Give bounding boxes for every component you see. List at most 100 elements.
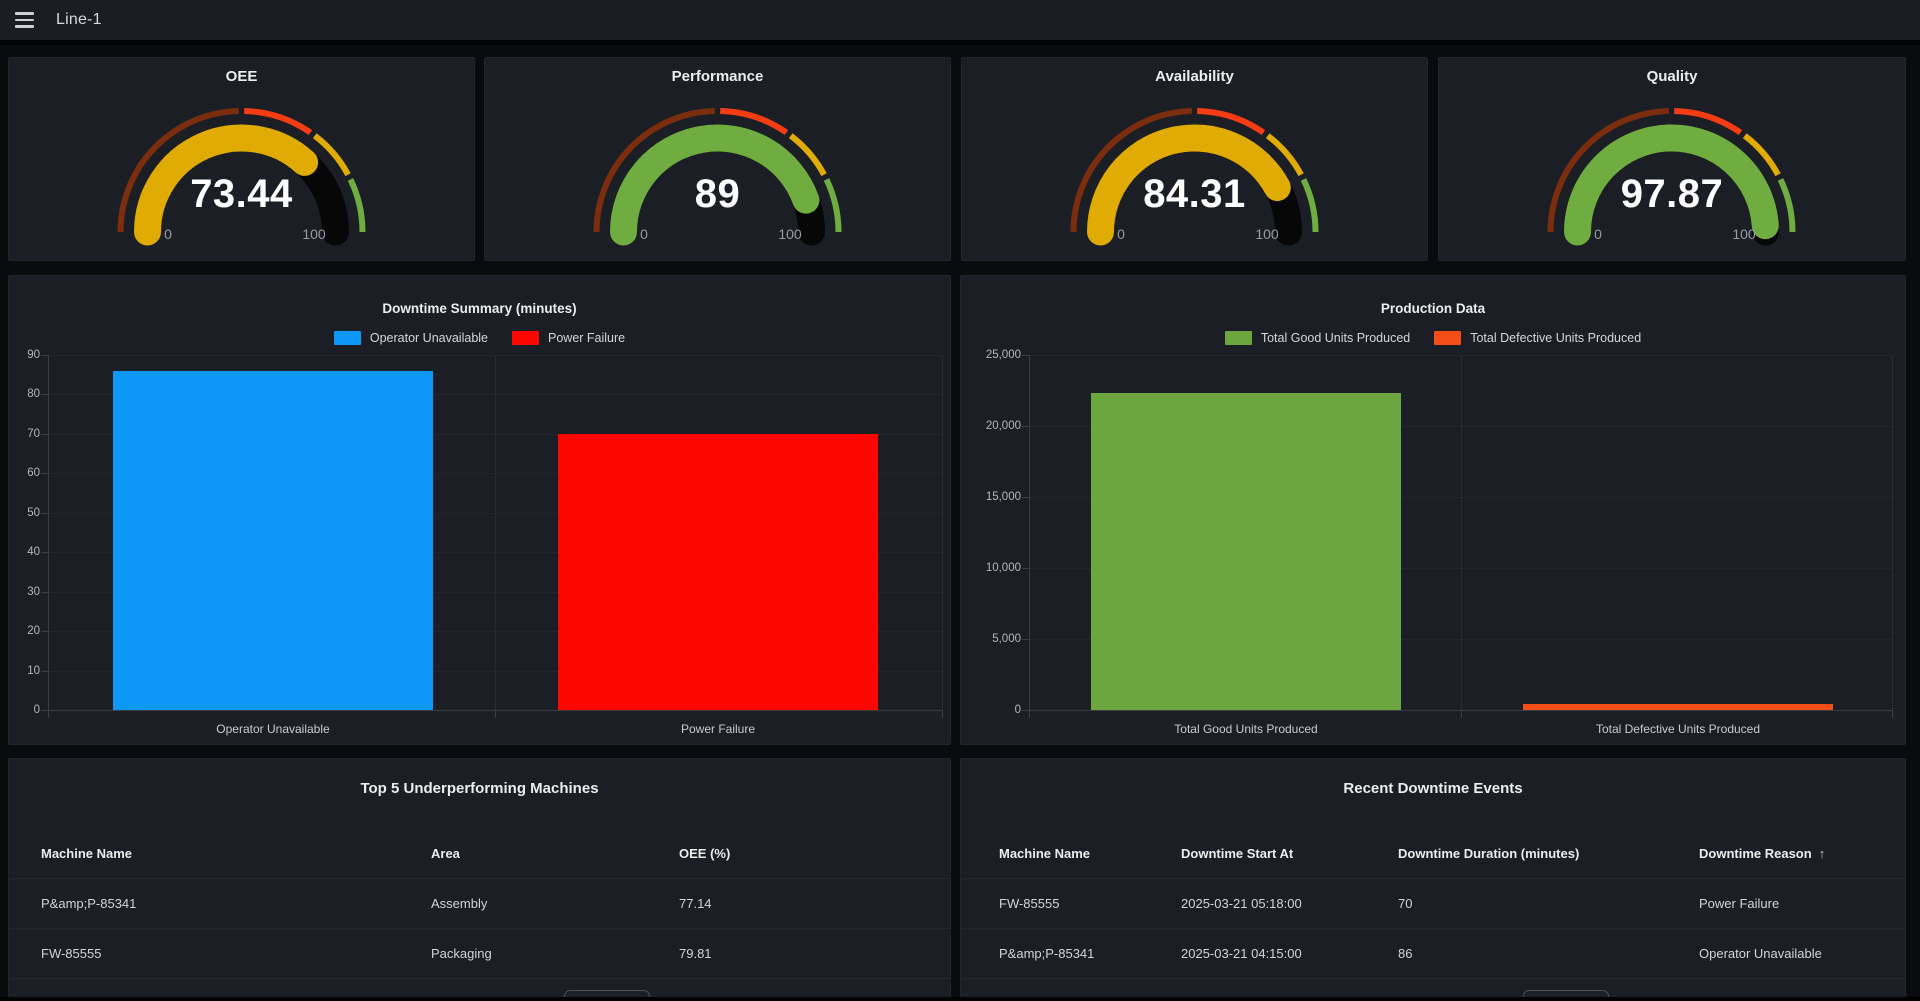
panel-underperforming-machines-table: Top 5 Underperforming Machines Machine N… [8,758,951,1001]
gauge-arc [962,58,1427,260]
y-tick-label: 20 [8,625,40,637]
y-tick-label: 25,000 [977,349,1021,361]
table-row: FW-85555Packaging79.81 [9,929,950,979]
gauge-arc [1439,58,1904,260]
y-axis-tick [41,552,48,553]
y-axis-line [48,355,49,710]
y-tick-label: 30 [8,586,40,598]
legend-label: Operator Unavailable [370,331,488,345]
y-axis-line [1029,355,1030,710]
gridline-vertical [495,355,496,710]
x-axis-tick [1029,710,1030,718]
x-axis-tick [1892,710,1893,718]
column-header[interactable]: Area [431,846,679,861]
window-bottom-edge [0,997,1920,1001]
y-tick-label: 5,000 [977,633,1021,645]
gauge-max-label: 100 [760,226,820,242]
y-axis-tick [1022,568,1029,569]
legend-swatch [1434,331,1461,345]
gauge-max-label: 100 [1237,226,1297,242]
gauge-value: 89 [485,169,950,219]
panel-production-data-chart: Production Data Total Good Units Produce… [960,275,1906,745]
legend-item[interactable]: Total Good Units Produced [1225,331,1410,345]
bar-operator-unavailable[interactable] [113,371,433,710]
gauge-min-label: 0 [1568,226,1628,242]
table-cell: FW-85555 [999,896,1181,911]
y-axis-tick [1022,426,1029,427]
y-tick-label: 10 [8,665,40,677]
table-title: Recent Downtime Events [961,780,1905,797]
column-header[interactable]: Downtime Start At [1181,846,1398,861]
y-tick-label: 40 [8,546,40,558]
y-tick-label: 15,000 [977,491,1021,503]
y-axis-tick [41,513,48,514]
gauge-arc [9,58,474,260]
column-header[interactable]: Downtime Duration (minutes) [1398,846,1699,861]
legend-swatch [1225,331,1252,345]
y-axis-tick [1022,497,1029,498]
bar-power-failure[interactable] [558,434,878,710]
gauge-max-label: 100 [284,226,344,242]
table-cell: P&amp;P-85341 [999,946,1181,961]
y-tick-label: 20,000 [977,420,1021,432]
chart-title: Production Data [961,301,1905,316]
y-tick-label: 60 [8,467,40,479]
y-tick-label: 70 [8,428,40,440]
y-axis-tick [1022,639,1029,640]
gauge-value: 97.87 [1439,169,1905,219]
data-table: Machine NameAreaOEE (%) P&amp;P-85341Asse… [9,829,950,979]
bar-total-defective-units-produced[interactable] [1523,704,1833,710]
table-cell: Assembly [431,896,679,911]
dashboard-title: Line-1 [56,11,102,29]
gauge-min-label: 0 [614,226,674,242]
menu-icon[interactable] [4,0,44,40]
column-header[interactable]: Downtime Reason↑ [1699,846,1867,861]
table-row: FW-855552025-03-21 05:18:0070Power Failu… [961,879,1905,929]
y-tick-label: 0 [977,704,1021,716]
sort-ascending-icon: ↑ [1812,846,1826,861]
gauge-arc [485,58,950,260]
table-cell: 2025-03-21 04:15:00 [1181,946,1398,961]
legend-item[interactable]: Total Defective Units Produced [1434,331,1641,345]
x-axis-tick [495,710,496,718]
column-header[interactable]: Machine Name [41,846,431,861]
table-title: Top 5 Underperforming Machines [9,780,950,797]
gauge-min-label: 0 [1091,226,1151,242]
table-header-row: Machine NameDowntime Start AtDowntime Du… [961,829,1905,879]
chart-legend: Total Good Units Produced Total Defective… [961,329,1905,347]
legend-label: Total Good Units Produced [1261,331,1410,345]
y-axis-tick [1022,355,1029,356]
legend-item[interactable]: Power Failure [512,331,625,345]
table-row: P&amp;P-85341Assembly77.14 [9,879,950,929]
panel-availability-gauge: Availability 84.31 0 100 [961,57,1428,261]
y-tick-label: 10,000 [977,562,1021,574]
legend-item[interactable]: Operator Unavailable [334,331,488,345]
y-axis-tick [41,671,48,672]
gridline-vertical [1892,355,1893,710]
table-cell: Operator Unavailable [1699,946,1867,961]
chart-title: Downtime Summary (minutes) [9,301,950,316]
x-category-label: Operator Unavailable [216,722,329,736]
gauge-value: 73.44 [9,169,474,219]
table-cell: Packaging [431,946,679,961]
column-header[interactable]: Machine Name [999,846,1181,861]
gauge-max-label: 100 [1714,226,1774,242]
data-table: Machine NameDowntime Start AtDowntime Du… [961,829,1905,979]
legend-label: Power Failure [548,331,625,345]
top-nav-bar: Line-1 [0,0,1920,45]
table-cell: 86 [1398,946,1699,961]
y-axis-tick [41,710,48,711]
legend-swatch [334,331,361,345]
y-axis-tick [41,631,48,632]
x-category-label: Total Good Units Produced [1174,722,1317,736]
y-tick-label: 50 [8,507,40,519]
column-header[interactable]: OEE (%) [679,846,918,861]
panel-recent-downtime-events-table: Recent Downtime Events Machine NameDownt… [960,758,1906,1001]
x-axis-tick [48,710,49,718]
table-cell: 79.81 [679,946,918,961]
x-category-label: Power Failure [681,722,755,736]
panel-quality-gauge: Quality 97.87 0 100 [1438,57,1906,261]
table-cell: 70 [1398,896,1699,911]
chart-legend: Operator Unavailable Power Failure [9,329,950,347]
bar-total-good-units-produced[interactable] [1091,393,1401,710]
